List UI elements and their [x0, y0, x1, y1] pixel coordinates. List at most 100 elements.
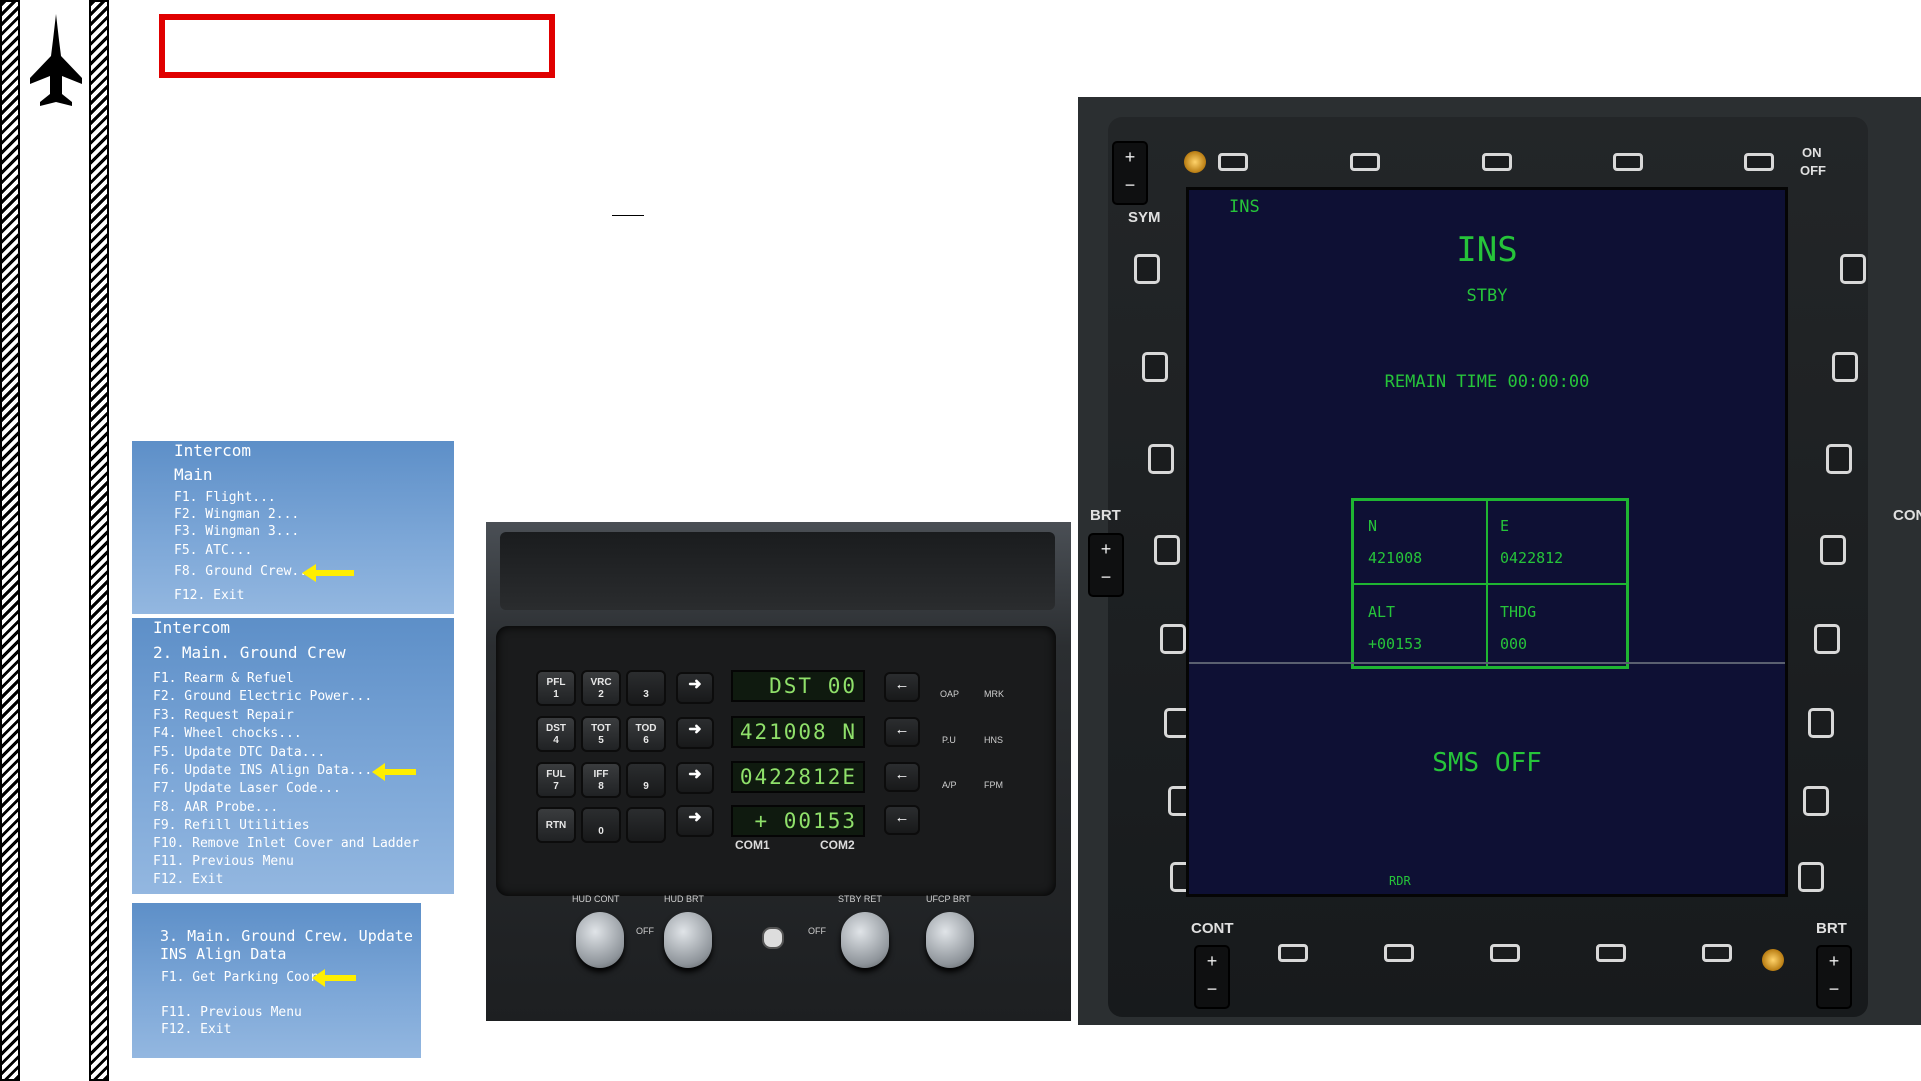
menu-item[interactable]: F7. Update Laser Code...	[153, 781, 341, 796]
ufc-key-vrc[interactable]: VRC 2	[581, 670, 621, 706]
osb-left-2[interactable]	[1142, 352, 1168, 382]
menu-item-get-parking-coord[interactable]: F1. Get Parking Coord	[161, 970, 325, 985]
menu-item[interactable]: F5. Update DTC Data...	[153, 745, 325, 760]
mfd-image: ON OFF + − SYM BRT + − CON CONT + − BRT + − …	[1078, 97, 1921, 1025]
ufc-display-3: 0422812E	[731, 761, 865, 793]
stby-ret-knob[interactable]	[841, 912, 889, 968]
left-sidebar	[0, 0, 113, 1081]
ufc-com1-label: COM1	[735, 838, 770, 852]
osb-right-6[interactable]	[1808, 708, 1834, 738]
ufc-key-tot[interactable]: TOT 5	[581, 716, 621, 752]
menu-item[interactable]: F1. Flight...	[174, 490, 276, 505]
ufc-glareshield	[500, 532, 1055, 610]
ufcp-brt-knob[interactable]	[926, 912, 974, 968]
menu-item[interactable]: F1. Rearm & Refuel	[153, 671, 294, 686]
ufc-arrow-right-2[interactable]: ➜	[676, 717, 714, 749]
cont-rocker[interactable]: + −	[1194, 945, 1230, 1009]
ufc-com2-label: COM2	[820, 838, 855, 852]
ufc-label-ap: A/P	[942, 780, 957, 790]
menu-item[interactable]: F12. Exit	[161, 1022, 231, 1037]
osb-top-5[interactable]	[1744, 153, 1774, 171]
cell-alt-label: ALT	[1368, 603, 1396, 621]
ufc-arrow-left-3[interactable]: ←	[884, 762, 920, 792]
osb-left-3[interactable]	[1148, 444, 1174, 474]
menu-item-ground-crew[interactable]: F8. Ground Crew...	[174, 564, 315, 579]
menu-item[interactable]: F2. Wingman 2...	[174, 507, 299, 522]
ufc-arrow-right-1[interactable]: ➜	[676, 672, 714, 704]
brt-left-rocker[interactable]: + −	[1088, 533, 1124, 597]
osb-top-4[interactable]	[1613, 153, 1643, 171]
hud-brt-knob[interactable]	[664, 912, 712, 968]
screen-divider	[1189, 662, 1785, 664]
ufc-key-9[interactable]: 9	[626, 762, 666, 798]
osb-bottom-1[interactable]	[1278, 944, 1308, 962]
ufc-key-dst[interactable]: DST 4	[536, 716, 576, 752]
yellow-arrow-icon	[372, 763, 416, 781]
osb-top-2[interactable]	[1350, 153, 1380, 171]
ufc-key-rtn[interactable]: RTN	[536, 807, 576, 843]
intercom-ins-align-menu: 3. Main. Ground Crew. Update INS Align D…	[132, 903, 421, 1058]
osb-bottom-3[interactable]	[1490, 944, 1520, 962]
osb-right-2[interactable]	[1832, 352, 1858, 382]
menu-item[interactable]: F2. Ground Electric Power...	[153, 689, 372, 704]
osb-bottom-5[interactable]	[1702, 944, 1732, 962]
menu-subtitle: INS Align Data	[160, 945, 287, 963]
osb-left-5[interactable]	[1160, 624, 1186, 654]
menu-item[interactable]: F12. Exit	[174, 588, 244, 603]
osb-left-4[interactable]	[1154, 535, 1180, 565]
center-toggle-switch[interactable]	[762, 927, 784, 949]
menu-item[interactable]: F12. Exit	[153, 872, 223, 887]
menu-item[interactable]: F4. Wheel chocks...	[153, 726, 302, 741]
intercom-ground-crew-menu: Intercom 2. Main. Ground Crew F1. Rearm …	[132, 618, 454, 894]
ufc-display-4: + 00153	[731, 805, 865, 837]
menu-item[interactable]: F8. AAR Probe...	[153, 800, 278, 815]
menu-item[interactable]: F10. Remove Inlet Cover and Ladder	[153, 836, 419, 851]
menu-subtitle: Main	[174, 465, 213, 484]
menu-item[interactable]: F11. Previous Menu	[153, 854, 294, 869]
ufc-arrow-right-3[interactable]: ➜	[676, 762, 714, 794]
menu-title: Intercom	[174, 441, 252, 460]
osb-top-1[interactable]	[1218, 153, 1248, 171]
ufc-arrow-left-4[interactable]: ←	[884, 805, 920, 835]
osb-right-7[interactable]	[1803, 786, 1829, 816]
osb-bottom-4[interactable]	[1596, 944, 1626, 962]
osb-right-1[interactable]	[1840, 254, 1866, 284]
yellow-arrow-icon	[302, 564, 354, 582]
ufc-arrow-left-2[interactable]: ←	[884, 717, 920, 747]
ufc-label-mrk: MRK	[984, 689, 1004, 699]
ufc-key-blank[interactable]	[626, 807, 666, 843]
ufc-key-3[interactable]: 3	[626, 670, 666, 706]
ufc-display-1: DST 00	[731, 670, 865, 702]
menu-subtitle: 2. Main. Ground Crew	[153, 643, 346, 662]
ufc-key-iff[interactable]: IFF 8	[581, 762, 621, 798]
ufc-key-tod[interactable]: TOD 6	[626, 716, 666, 752]
sym-rocker[interactable]: + −	[1112, 141, 1148, 205]
ufc-label-hns: HNS	[984, 735, 1004, 745]
osb-top-3[interactable]	[1482, 153, 1512, 171]
ufc-key-0[interactable]: 0	[581, 807, 621, 843]
osb-right-8[interactable]	[1798, 862, 1824, 892]
page-label: INS	[1229, 197, 1260, 217]
menu-item[interactable]: F5. ATC...	[174, 543, 252, 558]
menu-item-update-ins[interactable]: F6. Update INS Align Data...	[153, 763, 372, 778]
osb-right-4[interactable]	[1820, 535, 1846, 565]
osb-right-5[interactable]	[1814, 624, 1840, 654]
menu-item[interactable]: F3. Request Repair	[153, 708, 294, 723]
menu-title: Intercom	[153, 618, 231, 637]
menu-item[interactable]: F11. Previous Menu	[161, 1005, 302, 1020]
ufc-arrow-left-1[interactable]: ←	[884, 672, 920, 702]
hud-cont-knob[interactable]	[576, 912, 624, 968]
osb-bottom-2[interactable]	[1384, 944, 1414, 962]
cell-e-value: 0422812	[1500, 549, 1564, 567]
ufc-panel-image: PFL 1 VRC 2 3 DST 4 TOT 5 TOD 6 FUL 7 IFF 8 9 R…	[486, 522, 1071, 1021]
ufc-key-pfl[interactable]: PFL 1	[536, 670, 576, 706]
menu-item[interactable]: F9. Refill Utilities	[153, 818, 310, 833]
menu-title: 3. Main. Ground Crew. Update	[160, 927, 413, 945]
brt-right-rocker[interactable]: + −	[1816, 945, 1852, 1009]
osb-right-3[interactable]	[1826, 444, 1852, 474]
osb-left-1[interactable]	[1134, 254, 1160, 284]
ufc-arrow-right-4[interactable]: ➜	[676, 805, 714, 837]
menu-item[interactable]: F3. Wingman 3...	[174, 524, 299, 539]
ins-status: STBY	[1466, 286, 1508, 306]
ufc-key-ful[interactable]: FUL 7	[536, 762, 576, 798]
